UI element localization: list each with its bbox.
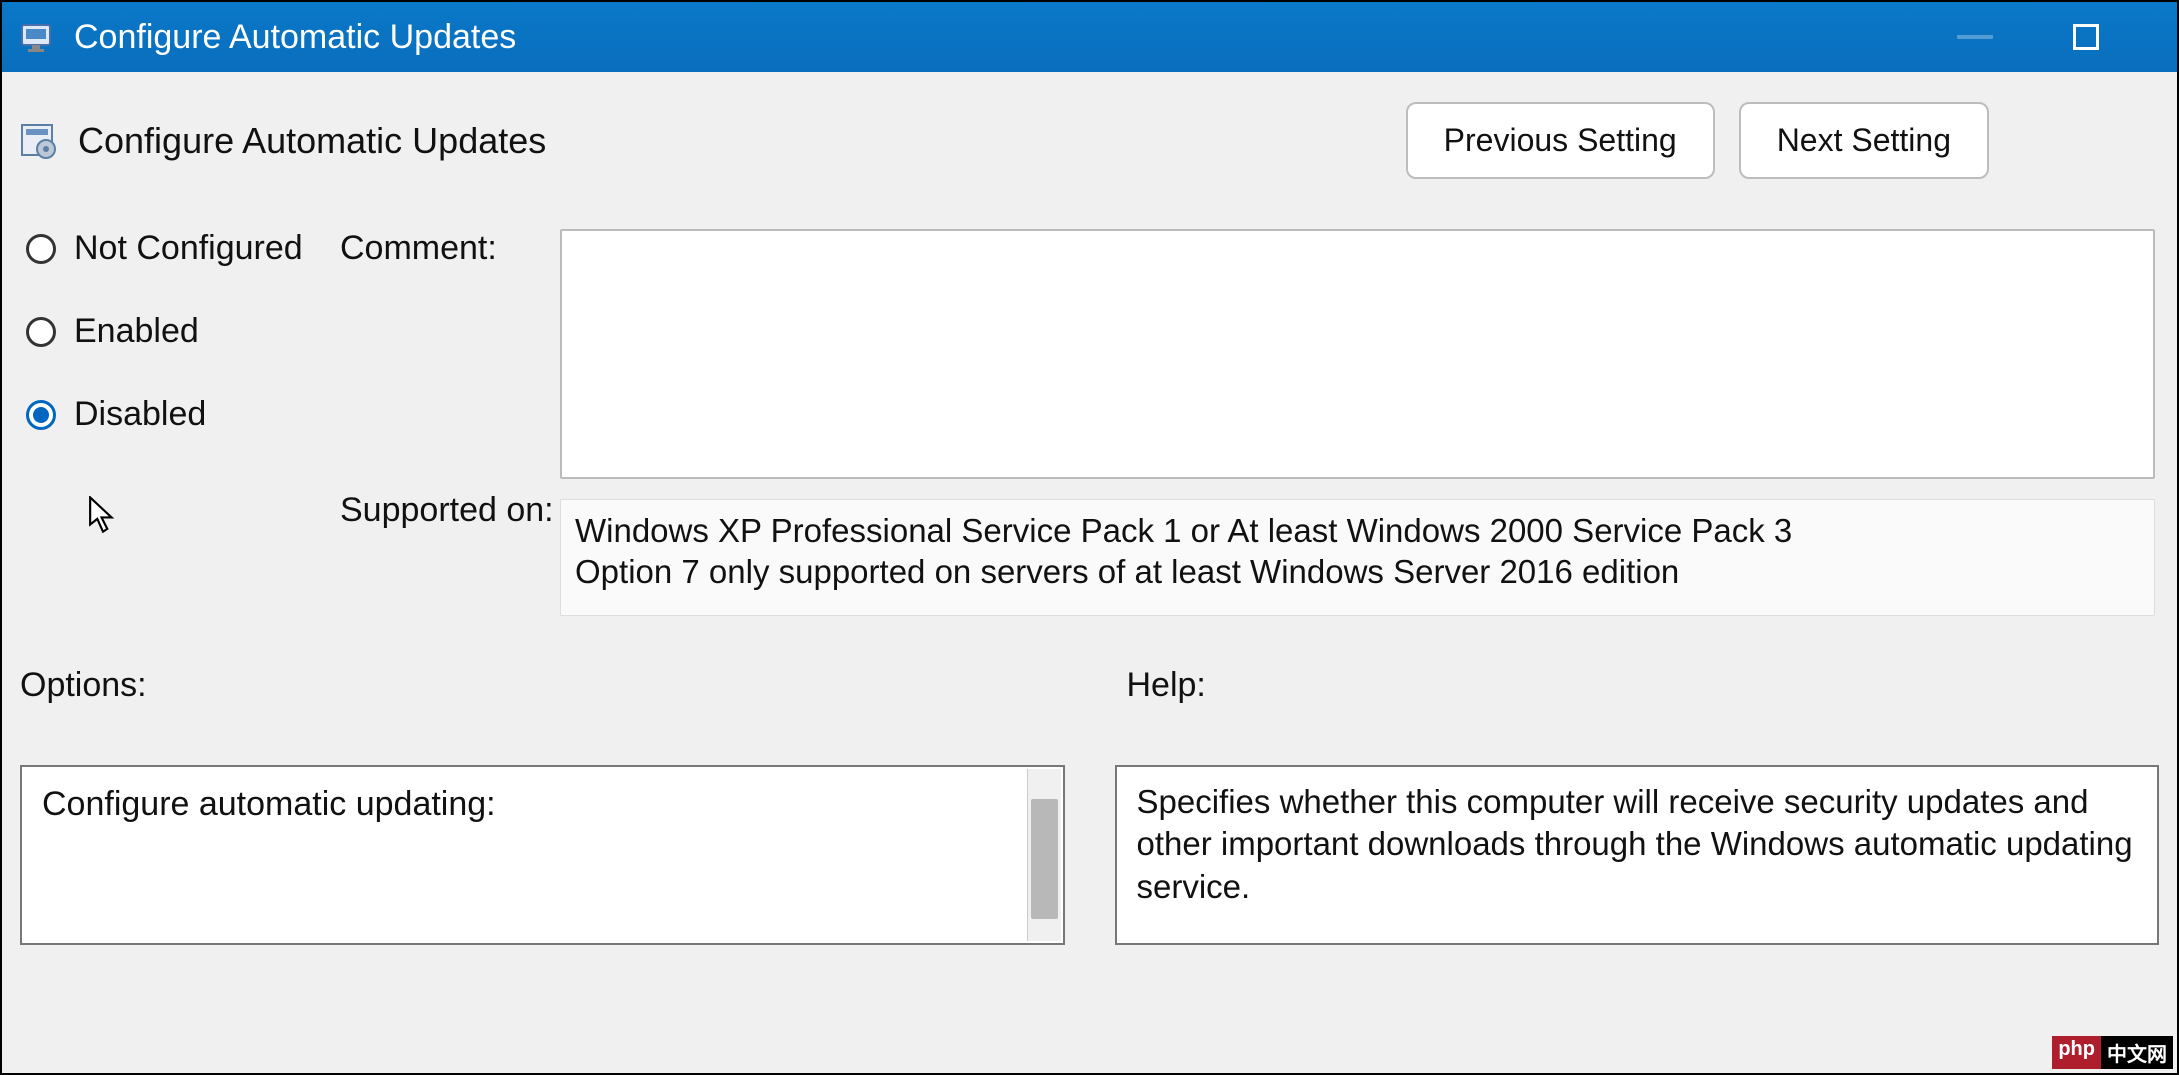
radio-disabled[interactable]: Disabled	[26, 395, 340, 434]
watermark-left: php	[2052, 1036, 2101, 1069]
comment-label: Comment:	[340, 229, 560, 489]
settings-grid: Not Configured Enabled Disabled Comment:…	[20, 229, 2159, 616]
options-subheading: Configure automatic updating:	[42, 785, 1043, 824]
options-label: Options:	[20, 666, 1065, 705]
radio-enabled[interactable]: Enabled	[26, 312, 340, 351]
radio-icon	[26, 400, 56, 430]
previous-setting-button[interactable]: Previous Setting	[1406, 102, 1715, 179]
lower-panels: Configure automatic updating: Specifies …	[20, 765, 2159, 945]
maximize-icon[interactable]	[2073, 24, 2099, 50]
options-panel: Configure automatic updating:	[20, 765, 1065, 945]
options-scrollbar[interactable]	[1027, 769, 1061, 941]
radio-label: Enabled	[74, 312, 199, 351]
supported-on-text: Windows XP Professional Service Pack 1 o…	[575, 510, 2140, 593]
watermark: php 中文网	[2052, 1036, 2173, 1069]
radio-icon	[26, 317, 56, 347]
policy-icon	[20, 121, 60, 161]
watermark-right: 中文网	[2101, 1036, 2173, 1069]
help-label: Help:	[1115, 666, 2160, 705]
field-labels: Comment: Supported on:	[340, 229, 560, 616]
help-panel: Specifies whether this computer will rec…	[1115, 765, 2160, 945]
header-row: Configure Automatic Updates Previous Set…	[20, 102, 2159, 179]
field-values: Windows XP Professional Service Pack 1 o…	[560, 229, 2159, 616]
comment-input[interactable]	[560, 229, 2155, 479]
radio-label: Disabled	[74, 395, 206, 434]
radio-label: Not Configured	[74, 229, 303, 268]
radio-not-configured[interactable]: Not Configured	[26, 229, 340, 268]
content-area: Configure Automatic Updates Previous Set…	[2, 72, 2177, 1073]
state-radios: Not Configured Enabled Disabled	[20, 229, 340, 616]
supported-on-box: Windows XP Professional Service Pack 1 o…	[560, 499, 2155, 616]
nav-buttons: Previous Setting Next Setting	[1406, 102, 2159, 179]
titlebar: Configure Automatic Updates	[2, 2, 2177, 72]
page-heading: Configure Automatic Updates	[78, 120, 546, 162]
scrollbar-thumb[interactable]	[1031, 799, 1058, 919]
window-title: Configure Automatic Updates	[74, 18, 1957, 57]
lower-labels: Options: Help:	[20, 666, 2159, 705]
help-text: Specifies whether this computer will rec…	[1137, 781, 2138, 910]
supported-on-label: Supported on:	[340, 489, 560, 530]
window-controls	[1957, 24, 2159, 50]
minimize-icon[interactable]	[1957, 35, 1993, 39]
next-setting-button[interactable]: Next Setting	[1739, 102, 1989, 179]
radio-icon	[26, 234, 56, 264]
group-policy-icon	[20, 19, 56, 55]
